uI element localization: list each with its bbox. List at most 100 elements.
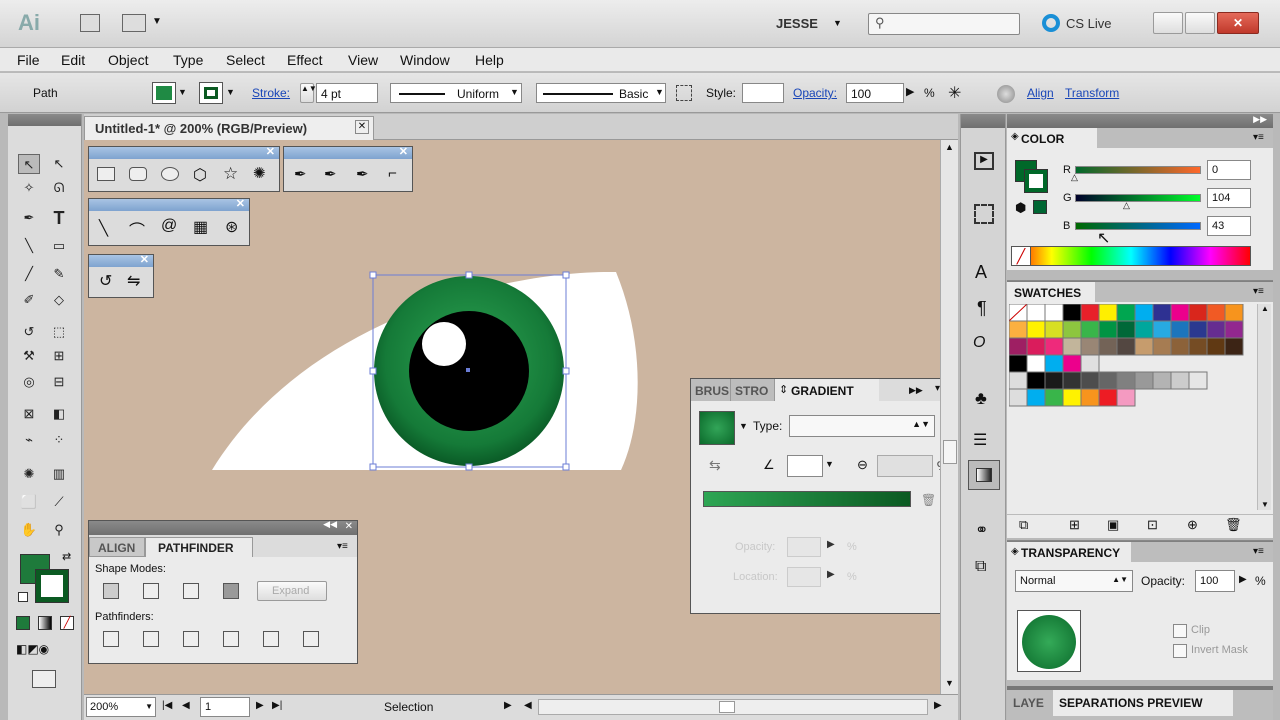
symbol-sprayer-tool-icon[interactable]: ✺: [18, 464, 40, 484]
clip-checkbox[interactable]: [1173, 624, 1187, 638]
chevron-down-icon[interactable]: ▼: [655, 87, 664, 97]
reverse-icon[interactable]: [676, 85, 692, 101]
spiral-tool-icon[interactable]: @: [161, 217, 177, 235]
crop-icon[interactable]: [223, 631, 239, 647]
tab-transparency[interactable]: ◈ TRANSPARENCY: [1007, 542, 1131, 562]
scroll-left-icon[interactable]: ◀: [524, 700, 532, 711]
panel-menu-icon[interactable]: ▾≡: [337, 541, 348, 552]
minus-front-icon[interactable]: [143, 583, 159, 599]
slice-tool-icon[interactable]: ⟋: [48, 492, 70, 512]
tab-brushes[interactable]: BRUS: [691, 379, 731, 401]
chevron-down-icon[interactable]: ▼: [833, 18, 842, 28]
stroke-stepper[interactable]: ▲▼: [300, 83, 317, 103]
minimize-button[interactable]: [1153, 12, 1183, 34]
opacity-input[interactable]: 100: [846, 83, 904, 103]
chevron-down-icon[interactable]: ▼: [739, 421, 748, 431]
chevron-right-icon[interactable]: ▶: [827, 539, 835, 550]
transform-link[interactable]: Transform: [1065, 86, 1119, 100]
color-spectrum[interactable]: [1011, 246, 1251, 266]
scroll-up-icon[interactable]: ▲: [945, 142, 954, 152]
new-color-group-icon[interactable]: ⊡: [1147, 517, 1158, 533]
tab-gradient[interactable]: ⇕ GRADIENT: [775, 379, 879, 401]
none-color-icon[interactable]: ╱: [1011, 246, 1031, 266]
menu-window[interactable]: Window: [400, 52, 450, 68]
chevron-right-icon[interactable]: ▶: [827, 569, 835, 580]
panel-menu-icon[interactable]: ▾≡: [1253, 286, 1264, 297]
b-input[interactable]: 43: [1207, 216, 1251, 236]
stroke-color-proxy[interactable]: [1025, 170, 1047, 192]
close-icon[interactable]: ✕: [399, 145, 408, 158]
character-icon[interactable]: A: [975, 262, 987, 283]
polar-grid-tool-icon[interactable]: ⊛: [225, 217, 238, 237]
type-tool-icon[interactable]: T: [48, 208, 70, 228]
scale-tool-icon[interactable]: ⬚: [48, 322, 70, 342]
menu-effect[interactable]: Effect: [287, 52, 323, 68]
trim-icon[interactable]: [143, 631, 159, 647]
document-tab[interactable]: Untitled-1* @ 200% (RGB/Preview) ✕: [84, 116, 374, 140]
draw-mode-icon[interactable]: ◧◩◉: [16, 642, 74, 658]
tab-separations-preview[interactable]: SEPARATIONS PREVIEW: [1053, 690, 1233, 716]
stroke-color-button[interactable]: [199, 82, 223, 104]
fill-color-button[interactable]: [152, 82, 176, 104]
paintbrush-tool-icon[interactable]: ╱: [18, 264, 40, 284]
flare-tool-icon[interactable]: ✺: [253, 164, 266, 182]
swatches-scrollbar[interactable]: ▲ ▼: [1257, 304, 1271, 510]
maximize-button[interactable]: [1185, 12, 1215, 34]
web-safe-swatch[interactable]: [1033, 200, 1047, 214]
polygon-tool-icon[interactable]: ⬡: [193, 165, 207, 185]
graphic-styles-icon[interactable]: ⧉: [975, 558, 986, 576]
stroke-swatch[interactable]: [36, 570, 68, 602]
eraser-tool-icon[interactable]: ◇: [48, 290, 70, 310]
panel-menu-icon[interactable]: ▾≡: [1253, 546, 1264, 557]
ellipse-tool-icon[interactable]: [161, 167, 179, 181]
gradient-tool-icon[interactable]: ◧: [48, 404, 70, 424]
symbols-icon[interactable]: ♣: [975, 388, 987, 409]
direct-selection-tool-icon[interactable]: ↖: [48, 154, 70, 174]
artboard-number-field[interactable]: 1: [200, 697, 250, 717]
stroke-weight-input[interactable]: 4 pt: [316, 83, 378, 103]
chevron-down-icon[interactable]: ▼: [152, 16, 162, 27]
chevron-down-icon[interactable]: ▼: [226, 87, 235, 97]
pen-tool-icon[interactable]: ✒: [294, 165, 307, 183]
mesh-tool-icon[interactable]: ⊠: [18, 404, 40, 424]
swap-fill-stroke-icon[interactable]: ⇄: [62, 550, 71, 563]
arc-tool-icon[interactable]: ⌒: [129, 217, 145, 241]
expand-button[interactable]: Expand: [257, 581, 327, 601]
star-tool-icon[interactable]: ☆: [223, 164, 238, 184]
delete-stop-icon[interactable]: 🗑: [921, 493, 936, 507]
previous-artboard-icon[interactable]: ◀: [182, 700, 190, 711]
chevron-down-icon[interactable]: ▼: [825, 459, 834, 469]
divide-icon[interactable]: [103, 631, 119, 647]
outline-icon[interactable]: [263, 631, 279, 647]
pencil-tool-icon[interactable]: ✎: [48, 264, 70, 284]
recolor-icon[interactable]: ✳: [948, 83, 970, 103]
artboards-icon[interactable]: [974, 204, 994, 224]
opentype-icon[interactable]: O: [973, 334, 985, 352]
invert-mask-checkbox[interactable]: [1173, 644, 1187, 658]
brush-definition[interactable]: Basic: [536, 83, 666, 103]
gradient-type-select[interactable]: ▲▼: [789, 415, 935, 437]
eyedropper-tool-icon[interactable]: ⌁: [18, 430, 40, 450]
exclude-icon[interactable]: [223, 583, 239, 599]
chevron-down-icon[interactable]: ▼: [510, 87, 519, 97]
artboard-tool-icon[interactable]: ⬜: [18, 492, 40, 512]
r-slider[interactable]: [1075, 166, 1201, 174]
isolate-icon[interactable]: [997, 85, 1015, 103]
stop-opacity-input[interactable]: [787, 537, 821, 557]
tab-swatches[interactable]: SWATCHES: [1007, 282, 1095, 302]
close-icon[interactable]: ✕: [355, 120, 369, 134]
close-icon[interactable]: ✕: [266, 145, 275, 158]
swatch-grid[interactable]: [1008, 303, 1253, 410]
stroke-icon[interactable]: ☰: [973, 430, 987, 450]
tab-align[interactable]: ALIGN: [89, 537, 145, 557]
collapse-icon[interactable]: ◀◀: [323, 519, 337, 530]
chevron-right-icon[interactable]: ▶: [906, 85, 914, 98]
g-slider[interactable]: [1075, 194, 1201, 202]
close-icon[interactable]: ✕: [236, 197, 245, 210]
angle-input[interactable]: [787, 455, 823, 477]
transparency-opacity-input[interactable]: 100: [1195, 570, 1235, 592]
scroll-down-icon[interactable]: ▼: [945, 678, 954, 688]
minus-back-icon[interactable]: [303, 631, 319, 647]
align-link[interactable]: Align: [1027, 86, 1054, 100]
gradient-swatch[interactable]: [699, 411, 735, 445]
